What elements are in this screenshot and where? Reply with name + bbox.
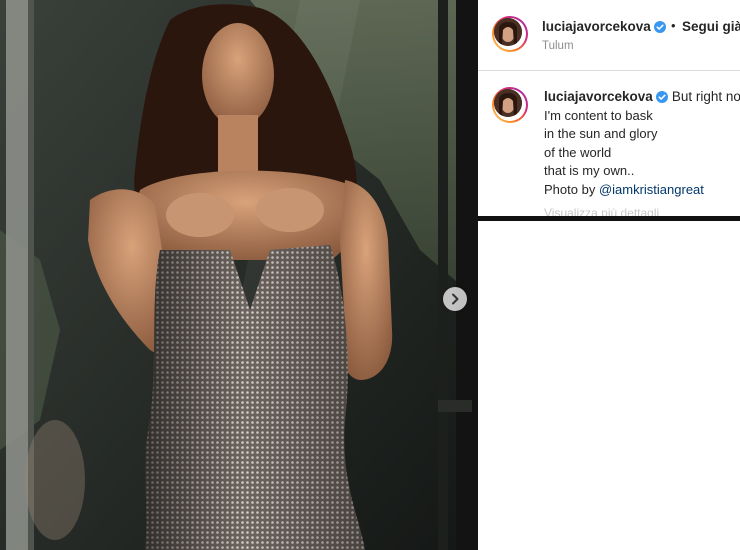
caption-faded-text: Visualizza più dettagli [544,206,660,220]
caption-credit: Photo by @iamkristiangreat [544,181,704,199]
following-button[interactable]: Segui già [682,19,740,34]
verified-badge-icon [653,21,666,33]
avatar[interactable] [492,16,528,52]
post-username[interactable]: luciajavorcekova [542,19,666,34]
credit-prefix: Photo by [544,181,599,197]
verified-badge-icon [655,91,668,103]
post-photo[interactable] [0,0,478,550]
chevron-right-icon [452,293,459,305]
caption-line: of the world [544,144,612,160]
photographer-mention-link[interactable]: @iamkristiangreat [599,182,704,197]
caption-avatar[interactable] [492,87,528,123]
avatar-image [494,18,522,46]
caption-line: in the sun and glory [544,126,658,142]
divider [478,70,740,71]
post-location[interactable]: Tulum [542,40,574,52]
caption-text: I'm content to bask in the sun and glory… [544,107,704,199]
username-label[interactable]: luciajavorcekova [542,19,651,34]
caption-line: that is my own.. [544,163,635,179]
caption-line: I'm content to bask [544,108,653,123]
caption-first-line: But right now [671,89,740,104]
caption-username[interactable]: luciajavorcekova [544,89,653,104]
photo-image [0,0,478,550]
post-info-panel: luciajavorcekova • Segui già Tulum lucia… [478,0,740,221]
caption-header: luciajavorcekova But right now [544,89,740,104]
separator-dot: • [671,18,676,33]
post-sidebar: luciajavorcekova • Segui già Tulum lucia… [478,0,740,550]
next-photo-button[interactable] [443,287,467,311]
avatar-image [494,89,522,117]
